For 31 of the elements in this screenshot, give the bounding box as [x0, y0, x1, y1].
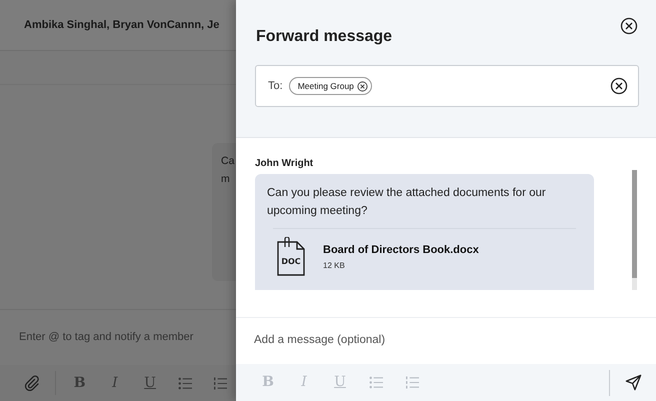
remove-icon[interactable]	[356, 80, 368, 92]
message-text-line: m	[221, 172, 231, 187]
message-input[interactable]: Enter @ to tag and notify a member	[19, 329, 231, 346]
bullet-list-icon	[368, 376, 384, 389]
underline-button[interactable]: U	[324, 368, 356, 396]
conversation-title: Ambika Singhal, Bryan VonCannn, Je	[24, 18, 220, 33]
file-size: 12 KB	[323, 260, 346, 272]
recipient-name: Meeting Group	[298, 80, 354, 92]
to-label: To:	[268, 78, 283, 94]
recipient-chip[interactable]: Meeting Group	[288, 77, 372, 95]
paperclip-icon	[24, 375, 40, 391]
italic-button[interactable]: I	[99, 369, 130, 397]
recipient-field[interactable]: To: Meeting Group	[255, 65, 639, 107]
bullet-list-icon	[178, 376, 193, 390]
clear-icon	[610, 77, 628, 95]
file-name[interactable]: Board of Directors Book.docx	[323, 242, 479, 258]
bold-button[interactable]: B	[64, 369, 96, 397]
message-text: Can you please review the attached documents for our upcoming meeting?	[267, 186, 547, 219]
message-input[interactable]: Add a message (optional)	[254, 332, 554, 350]
dialog-title: Forward message	[256, 27, 392, 47]
close-button[interactable]	[620, 17, 638, 35]
send-icon	[624, 374, 642, 391]
sender-name: John Wright	[255, 157, 314, 170]
bold-button[interactable]: B	[252, 368, 284, 396]
italic-button[interactable]: I	[288, 368, 320, 396]
numbered-list-icon	[404, 376, 420, 389]
underline-button[interactable]: U	[134, 369, 166, 397]
clear-button[interactable]	[610, 77, 628, 95]
message-text-line: Ca	[221, 154, 236, 169]
close-icon	[620, 17, 638, 35]
numbered-list-icon	[212, 376, 228, 390]
